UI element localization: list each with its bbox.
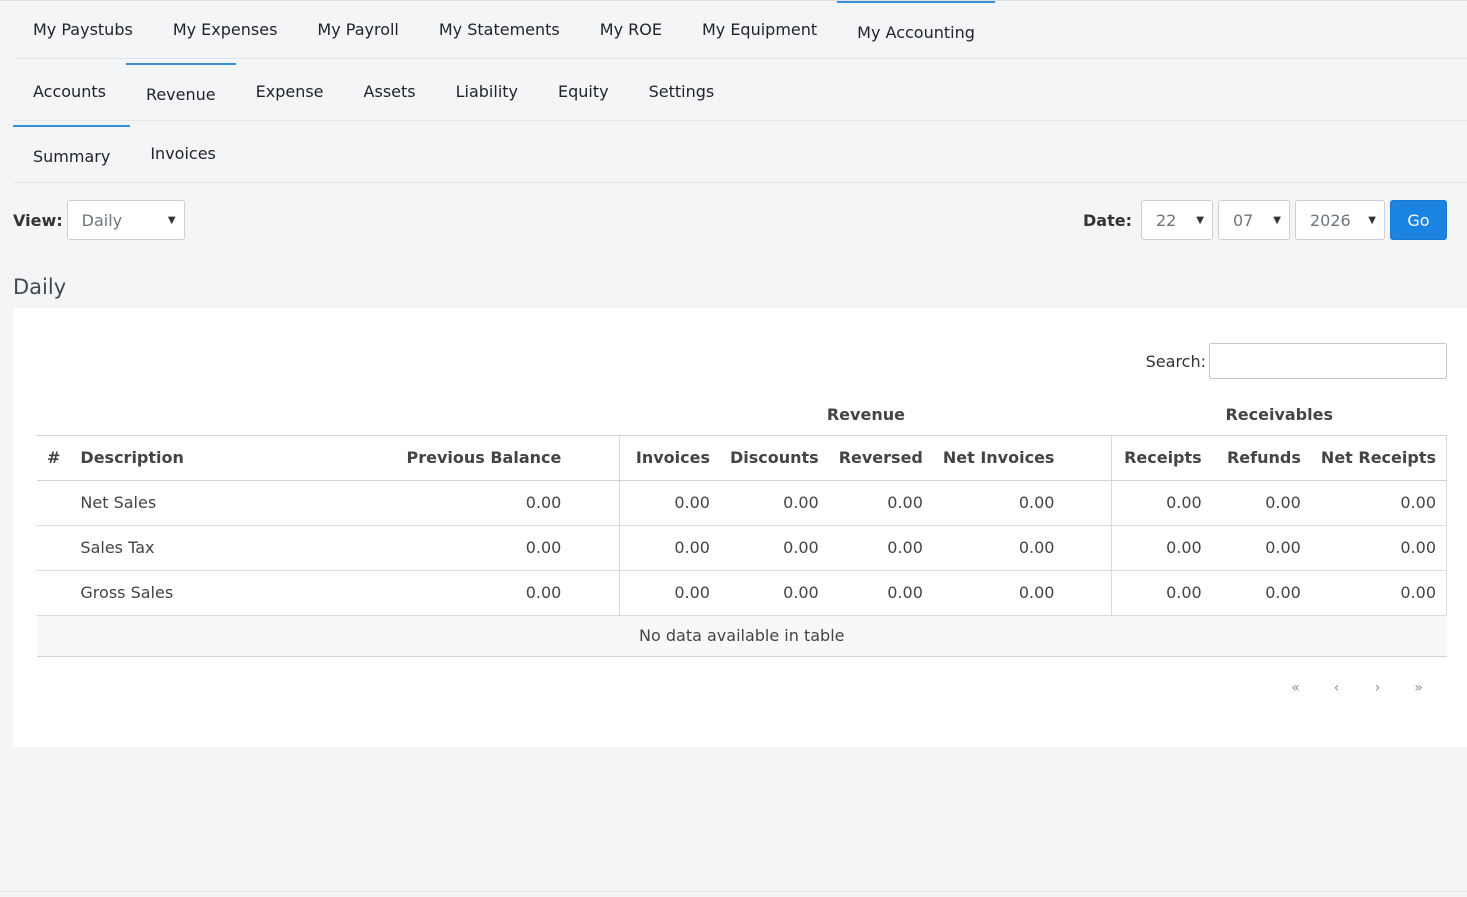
- cell-net-invoices: 0.00: [932, 480, 1112, 526]
- year-select-value: 2026: [1310, 210, 1351, 230]
- column-header-previous-balance[interactable]: Previous Balance: [260, 435, 620, 481]
- column-header-row: # Description Previous Balance Invoices …: [37, 435, 1447, 481]
- cell-reversed: 0.00: [828, 480, 933, 526]
- cell-previous-balance: 0.00: [260, 570, 620, 616]
- tab-my-equipment[interactable]: My Equipment: [682, 1, 837, 58]
- tab-assets[interactable]: Assets: [344, 63, 436, 120]
- cell-refunds: 0.00: [1211, 570, 1311, 616]
- tab-invoices[interactable]: Invoices: [130, 125, 236, 182]
- cell-discounts: 0.00: [719, 570, 829, 616]
- column-header-discounts[interactable]: Discounts: [719, 435, 829, 481]
- accounting-sub-tabs: Accounts Revenue Expense Assets Liabilit…: [13, 63, 1467, 121]
- tab-expense[interactable]: Expense: [236, 63, 344, 120]
- day-select-value: 22: [1156, 210, 1177, 230]
- tab-settings[interactable]: Settings: [629, 63, 735, 120]
- view-select[interactable]: Daily ▼: [66, 200, 185, 240]
- date-label: Date:: [1083, 210, 1132, 230]
- cell-net-invoices: 0.00: [932, 570, 1112, 616]
- cell-receipts: 0.00: [1111, 525, 1212, 571]
- cell-previous-balance: 0.00: [260, 525, 620, 571]
- table-row: Net Sales 0.00 0.00 0.00 0.00 0.00 0.00 …: [37, 480, 1447, 526]
- column-header-invoices[interactable]: Invoices: [619, 435, 720, 481]
- cell-refunds: 0.00: [1211, 525, 1311, 571]
- go-button[interactable]: Go: [1390, 200, 1447, 240]
- tab-liability[interactable]: Liability: [436, 63, 538, 120]
- section-title: Daily: [13, 275, 67, 299]
- last-page-button[interactable]: »: [1398, 680, 1439, 696]
- cell-invoices: 0.00: [619, 570, 720, 616]
- cell-description: Gross Sales: [70, 570, 261, 616]
- tab-accounts[interactable]: Accounts: [13, 63, 126, 120]
- year-select[interactable]: 2026 ▼: [1295, 200, 1385, 240]
- revenue-summary-table: Revenue Receivables # Description Previo…: [37, 395, 1447, 657]
- day-select[interactable]: 22 ▼: [1141, 200, 1213, 240]
- next-page-button[interactable]: ›: [1357, 680, 1398, 696]
- tab-my-paystubs[interactable]: My Paystubs: [13, 1, 153, 58]
- cell-net-receipts: 0.00: [1310, 480, 1447, 526]
- tab-my-expenses[interactable]: My Expenses: [153, 1, 298, 58]
- column-header-receipts[interactable]: Receipts: [1111, 435, 1212, 481]
- cell-net-receipts: 0.00: [1310, 525, 1447, 571]
- search-input[interactable]: [1209, 343, 1447, 379]
- chevron-down-icon: ▼: [167, 214, 176, 226]
- pagination: « ‹ › »: [1275, 680, 1439, 696]
- chevron-down-icon: ▼: [1196, 214, 1204, 226]
- column-header-reversed[interactable]: Reversed: [828, 435, 933, 481]
- cell-reversed: 0.00: [828, 525, 933, 571]
- cell-invoices: 0.00: [619, 480, 720, 526]
- cell-refunds: 0.00: [1211, 480, 1311, 526]
- cell-net-invoices: 0.00: [932, 525, 1112, 571]
- cell-receipts: 0.00: [1111, 570, 1212, 616]
- previous-page-button[interactable]: ‹: [1316, 680, 1357, 696]
- search-label: Search:: [1145, 351, 1206, 371]
- cell-description: Sales Tax: [70, 525, 261, 571]
- tab-summary[interactable]: Summary: [13, 125, 131, 182]
- tab-equity[interactable]: Equity: [538, 63, 629, 120]
- group-header-receivables: Receivables: [1111, 395, 1447, 436]
- tab-revenue[interactable]: Revenue: [125, 63, 236, 120]
- cell-number: [37, 570, 71, 616]
- tab-my-payroll[interactable]: My Payroll: [297, 1, 418, 58]
- footer-divider: [0, 891, 1467, 892]
- tab-my-roe[interactable]: My ROE: [580, 1, 682, 58]
- column-header-refunds[interactable]: Refunds: [1211, 435, 1311, 481]
- empty-table-row: No data available in table: [37, 615, 1447, 657]
- cell-net-receipts: 0.00: [1310, 570, 1447, 616]
- cell-number: [37, 525, 71, 571]
- cell-discounts: 0.00: [719, 525, 829, 571]
- view-label: View:: [13, 210, 63, 230]
- summary-card: Search: Revenue Receivables # Descriptio…: [13, 308, 1467, 747]
- table-row: Gross Sales 0.00 0.00 0.00 0.00 0.00 0.0…: [37, 570, 1447, 616]
- cell-discounts: 0.00: [719, 480, 829, 526]
- month-select-value: 07: [1233, 210, 1254, 230]
- empty-table-message: No data available in table: [37, 615, 1447, 657]
- cell-previous-balance: 0.00: [260, 480, 620, 526]
- column-header-net-invoices[interactable]: Net Invoices: [932, 435, 1112, 481]
- month-select[interactable]: 07 ▼: [1218, 200, 1290, 240]
- group-header-row: Revenue Receivables: [37, 395, 1447, 436]
- revenue-view-tabs: Summary Invoices: [13, 125, 1467, 183]
- column-header-number[interactable]: #: [37, 435, 71, 481]
- table-row: Sales Tax 0.00 0.00 0.00 0.00 0.00 0.00 …: [37, 525, 1447, 571]
- date-filter: Date: 22 ▼ 07 ▼ 2026 ▼ Go: [1083, 200, 1447, 240]
- column-header-description[interactable]: Description: [70, 435, 261, 481]
- cell-number: [37, 480, 71, 526]
- cell-reversed: 0.00: [828, 570, 933, 616]
- tab-my-statements[interactable]: My Statements: [419, 1, 580, 58]
- tab-my-accounting[interactable]: My Accounting: [837, 1, 995, 58]
- table-search: Search:: [1146, 343, 1447, 379]
- chevron-down-icon: ▼: [1368, 214, 1376, 226]
- column-header-net-receipts[interactable]: Net Receipts: [1310, 435, 1447, 481]
- cell-invoices: 0.00: [619, 525, 720, 571]
- view-filter: View: Daily ▼: [13, 200, 185, 240]
- first-page-button[interactable]: «: [1275, 680, 1316, 696]
- group-header-revenue: Revenue: [619, 395, 1112, 436]
- cell-receipts: 0.00: [1111, 480, 1212, 526]
- view-select-value: Daily: [81, 210, 123, 230]
- top-nav-tabs: My Paystubs My Expenses My Payroll My St…: [13, 1, 1467, 59]
- chevron-down-icon: ▼: [1273, 214, 1281, 226]
- cell-description: Net Sales: [70, 480, 261, 526]
